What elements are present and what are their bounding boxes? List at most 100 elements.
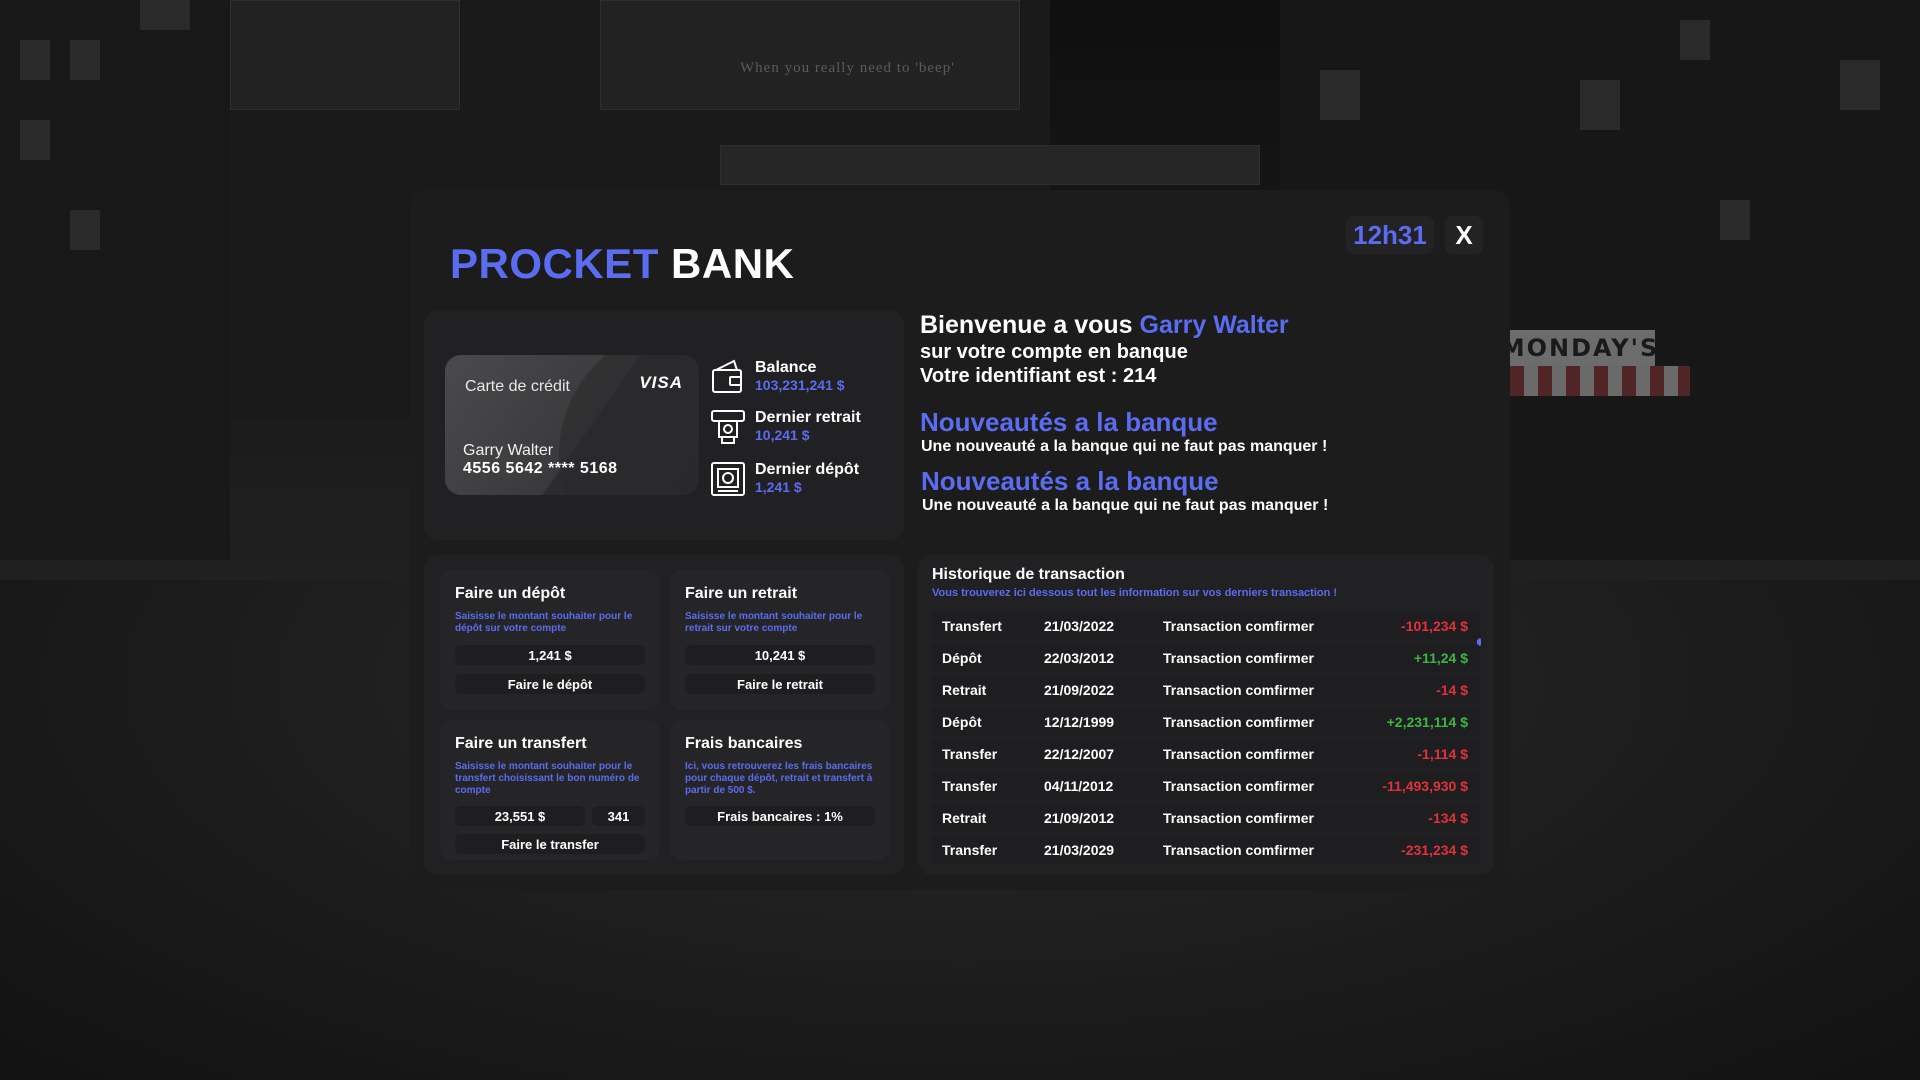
news-text: Une nouveauté a la banque qui ne faut pa… (922, 497, 1329, 514)
deposit-description: Saisisse le montant souhaiter pour le dé… (455, 611, 633, 634)
card-holder-name: Garry Walter (463, 442, 554, 459)
transaction-type: Dépôt (942, 650, 982, 666)
transaction-amount: +2,231,114 $ (1386, 714, 1468, 730)
transaction-date: 21/03/2029 (1044, 842, 1115, 858)
transaction-row: Retrait 21/09/2012 Transaction comfirmer -1… (932, 804, 1480, 832)
brand-rest: BANK (671, 240, 795, 287)
withdraw-description: Saisisse le montant souhaiter pour le re… (685, 611, 863, 634)
transfer-description: Saisisse le montant souhaiter pour le tr… (455, 761, 640, 796)
transaction-date: 12/12/1999 (1044, 714, 1115, 730)
welcome-line-1: Bienvenue a vous Garry Walter (920, 310, 1289, 340)
brand-accent: PROCKET (450, 240, 659, 287)
withdraw-amount-input[interactable]: 10,241 $ (685, 645, 875, 665)
transfer-amount-input[interactable]: 23,551 $ (455, 806, 585, 826)
transfer-account-input[interactable]: 341 (592, 806, 645, 826)
building-window (70, 40, 100, 80)
transaction-row: Transfert 21/03/2022 Transaction comfirmer… (932, 612, 1480, 640)
visa-logo: VISA (639, 373, 683, 392)
transaction-type: Transfert (942, 618, 1002, 634)
transaction-status: Transaction comfirmer (1163, 746, 1314, 762)
welcome-message: Bienvenue a vous Garry Walter sur votre … (920, 310, 1289, 388)
stat-label: Balance (755, 359, 817, 376)
withdraw-button[interactable]: Faire le retrait (685, 674, 875, 694)
building-window (20, 40, 50, 80)
fees-card: Frais bancaires Ici, vous retrouverez le… (670, 720, 890, 860)
transaction-type: Transfer (942, 746, 998, 762)
stat-last-deposit: Dernier dépôt 1,241 $ (710, 458, 900, 502)
transaction-status: Transaction comfirmer (1163, 682, 1314, 698)
transaction-type: Dépôt (942, 714, 982, 730)
transaction-row: Transfer 21/03/2029 Transaction comfirmer -… (932, 836, 1480, 864)
card-number: 4556 5642 **** 5168 (463, 460, 618, 477)
transaction-type: Retrait (942, 682, 987, 698)
building-window (70, 210, 100, 250)
transaction-date: 22/03/2012 (1044, 650, 1115, 666)
welcome-prefix: Bienvenue a vous (920, 311, 1133, 339)
transaction-status: Transaction comfirmer (1163, 810, 1314, 826)
billboard-center (600, 0, 1020, 110)
deposit-button[interactable]: Faire le dépôt (455, 674, 645, 694)
transfer-card: Faire un transfert Saisisse le montant s… (440, 720, 660, 860)
billboard-left (230, 0, 460, 110)
transaction-date: 21/09/2012 (1044, 810, 1115, 826)
transaction-amount: -14 $ (1436, 682, 1468, 698)
fees-description: Ici, vous retrouverez les frais bancaire… (685, 761, 873, 796)
deposit-title: Faire un dépôt (455, 585, 566, 602)
credit-card: Carte de crédit VISA Garry Walter 4556 5… (445, 355, 699, 495)
stat-label: Dernier retrait (755, 409, 861, 426)
clock: 12h31 (1346, 216, 1434, 254)
transaction-status: Transaction comfirmer (1163, 842, 1314, 858)
atm-withdraw-icon (711, 410, 745, 444)
transaction-row: Dépôt 22/03/2012 Transaction comfirmer +11,… (932, 644, 1480, 672)
transaction-status: Transaction comfirmer (1163, 650, 1314, 666)
withdraw-card: Faire un retrait Saisisse le montant sou… (670, 570, 890, 710)
transaction-status: Transaction comfirmer (1163, 618, 1314, 634)
transaction-amount: +11,24 $ (1413, 650, 1468, 666)
fees-title: Frais bancaires (685, 735, 803, 752)
building-window (1580, 80, 1620, 130)
transaction-row: Transfer 04/11/2012 Transaction comfirmer -… (932, 772, 1480, 800)
transaction-type: Retrait (942, 810, 987, 826)
transaction-amount: -134 $ (1428, 810, 1468, 826)
transaction-date: 04/11/2012 (1044, 778, 1114, 794)
credit-card-title: Carte de crédit (465, 378, 570, 395)
transaction-date: 21/09/2022 (1044, 682, 1115, 698)
billboard-text: When you really need to 'beep' (740, 60, 955, 76)
transaction-date: 21/03/2022 (1044, 618, 1115, 634)
transaction-status: Transaction comfirmer (1163, 714, 1314, 730)
deposit-amount-input[interactable]: 1,241 $ (455, 645, 645, 665)
fees-value: Frais bancaires : 1% (685, 806, 875, 826)
building-window (20, 120, 50, 160)
brand-title: PROCKET BANK (450, 240, 794, 288)
stat-balance: Balance 103,231,241 $ (710, 356, 900, 400)
billboard-strip (720, 145, 1260, 185)
atm-deposit-icon (711, 462, 745, 496)
transaction-amount: -101,234 $ (1401, 618, 1468, 634)
transaction-amount: -1,114 $ (1417, 746, 1468, 762)
transactions-subtitle: Vous trouverez ici dessous tout les info… (932, 587, 1338, 599)
wallet-icon (712, 359, 742, 393)
news-title: Nouveautés a la banque (920, 407, 1218, 437)
shop-awning (1510, 366, 1690, 396)
transaction-amount: -231,234 $ (1401, 842, 1468, 858)
welcome-user-name: Garry Walter (1139, 311, 1289, 339)
transaction-type: Transfer (942, 842, 998, 858)
transaction-type: Transfer (942, 778, 998, 794)
shop-sign: MONDAY'S (1501, 330, 1657, 366)
stat-value: 10,241 $ (755, 427, 810, 443)
close-button[interactable]: X (1445, 216, 1483, 254)
transactions-title: Historique de transaction (932, 566, 1125, 583)
transfer-title: Faire un transfert (455, 735, 587, 752)
transaction-date: 22/12/2007 (1044, 746, 1115, 762)
stat-value: 103,231,241 $ (755, 377, 845, 393)
withdraw-title: Faire un retrait (685, 585, 798, 602)
welcome-line-3: Votre identifiant est : 214 (920, 365, 1157, 387)
stat-last-withdraw: Dernier retrait 10,241 $ (710, 406, 900, 450)
transaction-row: Retrait 21/09/2022 Transaction comfirmer -1… (932, 676, 1480, 704)
transaction-row: Dépôt 12/12/1999 Transaction comfirmer +2,2… (932, 708, 1480, 736)
news-title: Nouveautés a la banque (921, 466, 1219, 496)
building-window (140, 0, 190, 30)
transfer-button[interactable]: Faire le transfer (455, 834, 645, 854)
building-window (1840, 60, 1880, 110)
transaction-row: Transfer 22/12/2007 Transaction comfirmer -… (932, 740, 1480, 768)
